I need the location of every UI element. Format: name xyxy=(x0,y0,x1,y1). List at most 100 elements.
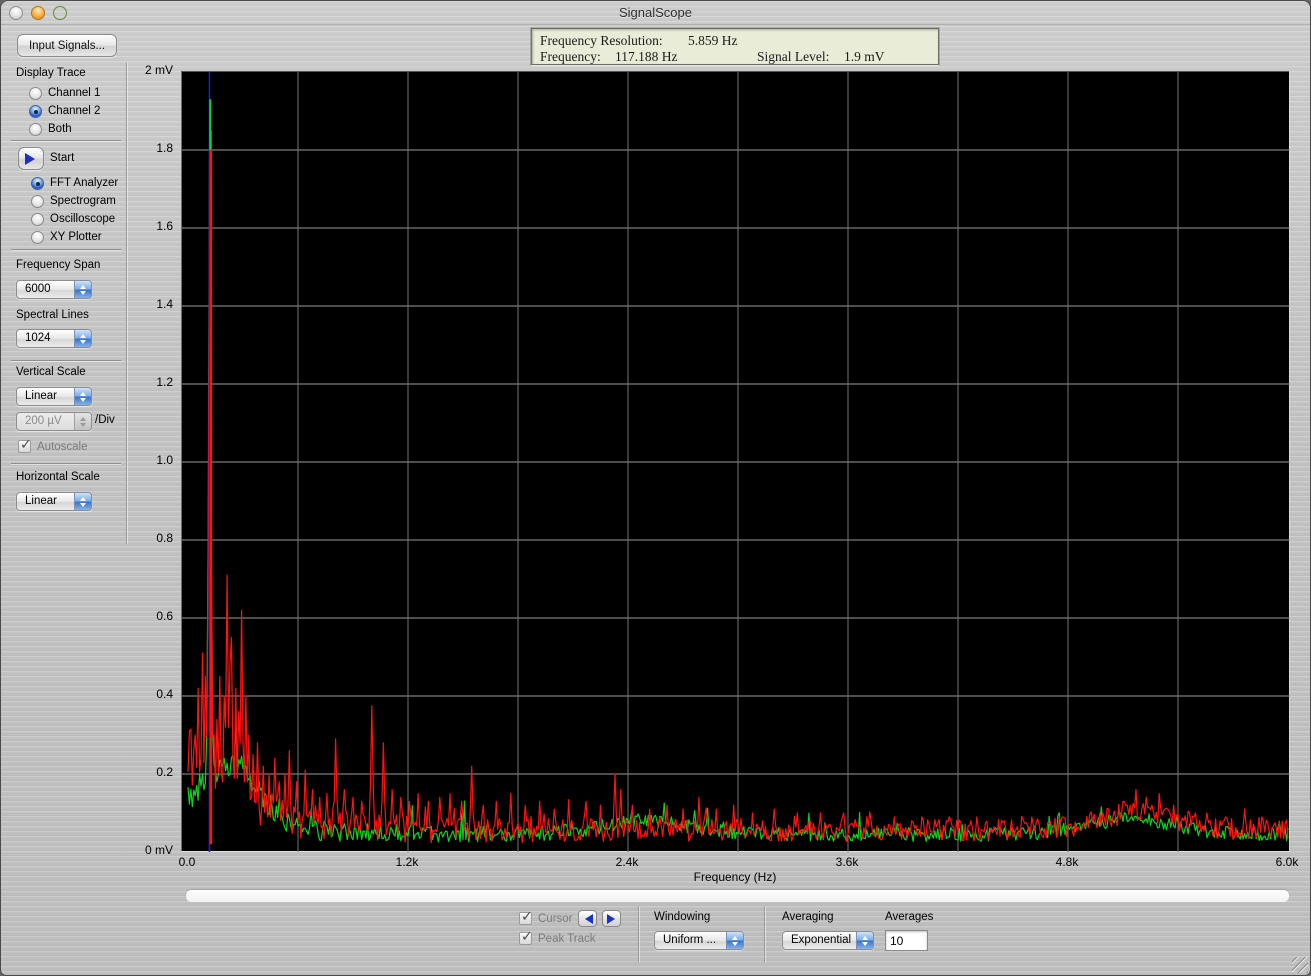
separator xyxy=(11,360,121,361)
averaging-value: Exponential xyxy=(791,934,852,946)
title-bar[interactable]: SignalScope xyxy=(1,1,1310,25)
y-tick-label: 1.8 xyxy=(156,141,173,155)
radio-mode-fft-analyzer[interactable]: FFT Analyzer xyxy=(31,174,118,192)
radio-mode-spectrogram[interactable]: Spectrogram xyxy=(31,192,118,210)
radio-icon[interactable] xyxy=(31,176,44,190)
bottom-divider xyxy=(638,906,639,963)
windowing-heading: Windowing xyxy=(654,911,711,923)
checkmark-icon: ✓ xyxy=(521,928,533,944)
popup-stepper-icon xyxy=(74,413,91,430)
vertical-scale-popup[interactable]: Linear xyxy=(16,387,92,406)
averaging-popup[interactable]: Exponential xyxy=(782,931,874,950)
volts-per-div-popup: 200 µV xyxy=(16,412,92,431)
input-signals-label: Input Signals... xyxy=(28,39,106,52)
x-tick-label: 2.4k xyxy=(615,855,639,869)
separator xyxy=(11,249,121,250)
horizontal-scale-value: Linear xyxy=(25,495,57,507)
x-tick-label: 0.0 xyxy=(178,855,196,869)
radio-icon[interactable] xyxy=(29,122,42,136)
radio-display-trace-channel-2[interactable]: Channel 2 xyxy=(29,102,100,120)
spectral-lines-value: 1024 xyxy=(25,332,51,344)
checkmark-icon: ✓ xyxy=(20,436,32,452)
autoscale-label: Autoscale xyxy=(37,441,88,453)
frequency-resolution-label: Frequency Resolution: xyxy=(540,33,663,48)
analyzer-mode-radio-group: FFT Analyzer Spectrogram Oscilloscope XY Pl… xyxy=(31,174,118,246)
y-tick-label: 2 mV xyxy=(144,63,173,77)
peak-track-label: Peak Track xyxy=(538,933,596,945)
signalscope-window: SignalScope Input Signals... Display Tra… xyxy=(0,0,1311,976)
frequency-value: 117.188 Hz xyxy=(615,49,678,64)
frequency-resolution-value: 5.859 Hz xyxy=(688,33,738,48)
spectral-lines-heading: Spectral Lines xyxy=(16,309,89,321)
bottom-divider xyxy=(764,906,765,963)
frequency-span-popup[interactable]: 6000 xyxy=(16,280,92,299)
signal-level-label: Signal Level: xyxy=(757,49,830,64)
radio-display-trace-label: Both xyxy=(48,123,72,135)
display-trace-radio-group: Channel 1 Channel 2 Both xyxy=(29,84,100,138)
spectral-lines-popup[interactable]: 1024 xyxy=(16,329,92,348)
radio-display-trace-both[interactable]: Both xyxy=(29,120,100,138)
radio-icon[interactable] xyxy=(29,104,42,118)
popup-stepper-icon xyxy=(856,932,873,949)
y-tick-label: 0.2 xyxy=(156,765,173,779)
left-arrow-icon xyxy=(580,913,593,924)
cursor-label: Cursor xyxy=(538,913,573,925)
y-tick-label: 0.6 xyxy=(156,609,173,623)
volts-per-div-value: 200 µV xyxy=(25,415,62,427)
play-icon xyxy=(25,152,41,165)
display-trace-heading: Display Trace xyxy=(16,67,86,79)
resize-grip-icon[interactable] xyxy=(1292,957,1308,973)
popup-stepper-icon xyxy=(74,493,91,510)
frequency-span-heading: Frequency Span xyxy=(16,259,101,271)
spectrum-plot[interactable] xyxy=(181,71,1290,852)
popup-stepper-icon xyxy=(74,330,91,347)
horizontal-scale-popup[interactable]: Linear xyxy=(16,492,92,511)
radio-mode-label: XY Plotter xyxy=(50,231,102,243)
radio-mode-label: FFT Analyzer xyxy=(50,177,119,189)
x-axis-title: Frequency (Hz) xyxy=(693,870,777,884)
windowing-popup[interactable]: Uniform ... xyxy=(654,931,744,950)
y-tick-label: 1.2 xyxy=(156,375,173,389)
popup-stepper-icon xyxy=(74,388,91,405)
y-tick-label: 0.8 xyxy=(156,531,173,545)
popup-stepper-icon xyxy=(74,281,91,298)
spectrum-plot-canvas[interactable] xyxy=(182,72,1290,852)
measurement-readout: Frequency Resolution: 5.859 Hz Frequency… xyxy=(531,28,939,65)
vertical-scale-heading: Vertical Scale xyxy=(16,366,86,378)
y-tick-label: 1.4 xyxy=(156,297,173,311)
radio-icon[interactable] xyxy=(31,194,44,208)
autoscale-checkbox[interactable]: ✓ xyxy=(18,436,32,453)
cursor-right-button[interactable] xyxy=(602,910,621,927)
averages-input[interactable] xyxy=(885,930,928,951)
signal-level-value: 1.9 mV xyxy=(844,49,885,64)
y-tick-label: 1.0 xyxy=(156,453,173,467)
checkmark-icon: ✓ xyxy=(521,908,533,924)
right-arrow-icon xyxy=(606,913,620,924)
x-tick-label: 4.8k xyxy=(1055,855,1079,869)
window-title: SignalScope xyxy=(619,5,692,20)
peak-track-checkbox[interactable]: ✓ xyxy=(519,928,533,945)
radio-icon[interactable] xyxy=(31,212,44,226)
radio-mode-label: Spectrogram xyxy=(50,195,116,207)
start-button[interactable] xyxy=(18,147,44,170)
radio-icon[interactable] xyxy=(31,230,44,244)
vertical-scale-value: Linear xyxy=(25,390,57,402)
averaging-heading: Averaging xyxy=(782,911,834,923)
x-tick-label: 6.0k xyxy=(1275,855,1299,869)
cursor-checkbox[interactable]: ✓ xyxy=(519,908,533,925)
input-signals-button[interactable]: Input Signals... xyxy=(17,34,117,57)
horizontal-scale-heading: Horizontal Scale xyxy=(16,471,100,483)
x-tick-label: 3.6k xyxy=(835,855,859,869)
per-div-label: /Div xyxy=(95,414,115,426)
plot-scroll-bar[interactable] xyxy=(186,890,1289,901)
radio-display-trace-channel-1[interactable]: Channel 1 xyxy=(29,84,100,102)
frequency-label: Frequency: xyxy=(540,49,601,64)
y-tick-label: 0.4 xyxy=(156,687,173,701)
cursor-left-button[interactable] xyxy=(578,910,597,927)
radio-display-trace-label: Channel 1 xyxy=(48,87,101,99)
radio-icon[interactable] xyxy=(29,86,42,100)
averages-heading: Averages xyxy=(885,911,934,923)
radio-display-trace-label: Channel 2 xyxy=(48,105,101,117)
y-tick-label: 1.6 xyxy=(156,219,173,233)
start-label: Start xyxy=(50,152,75,164)
